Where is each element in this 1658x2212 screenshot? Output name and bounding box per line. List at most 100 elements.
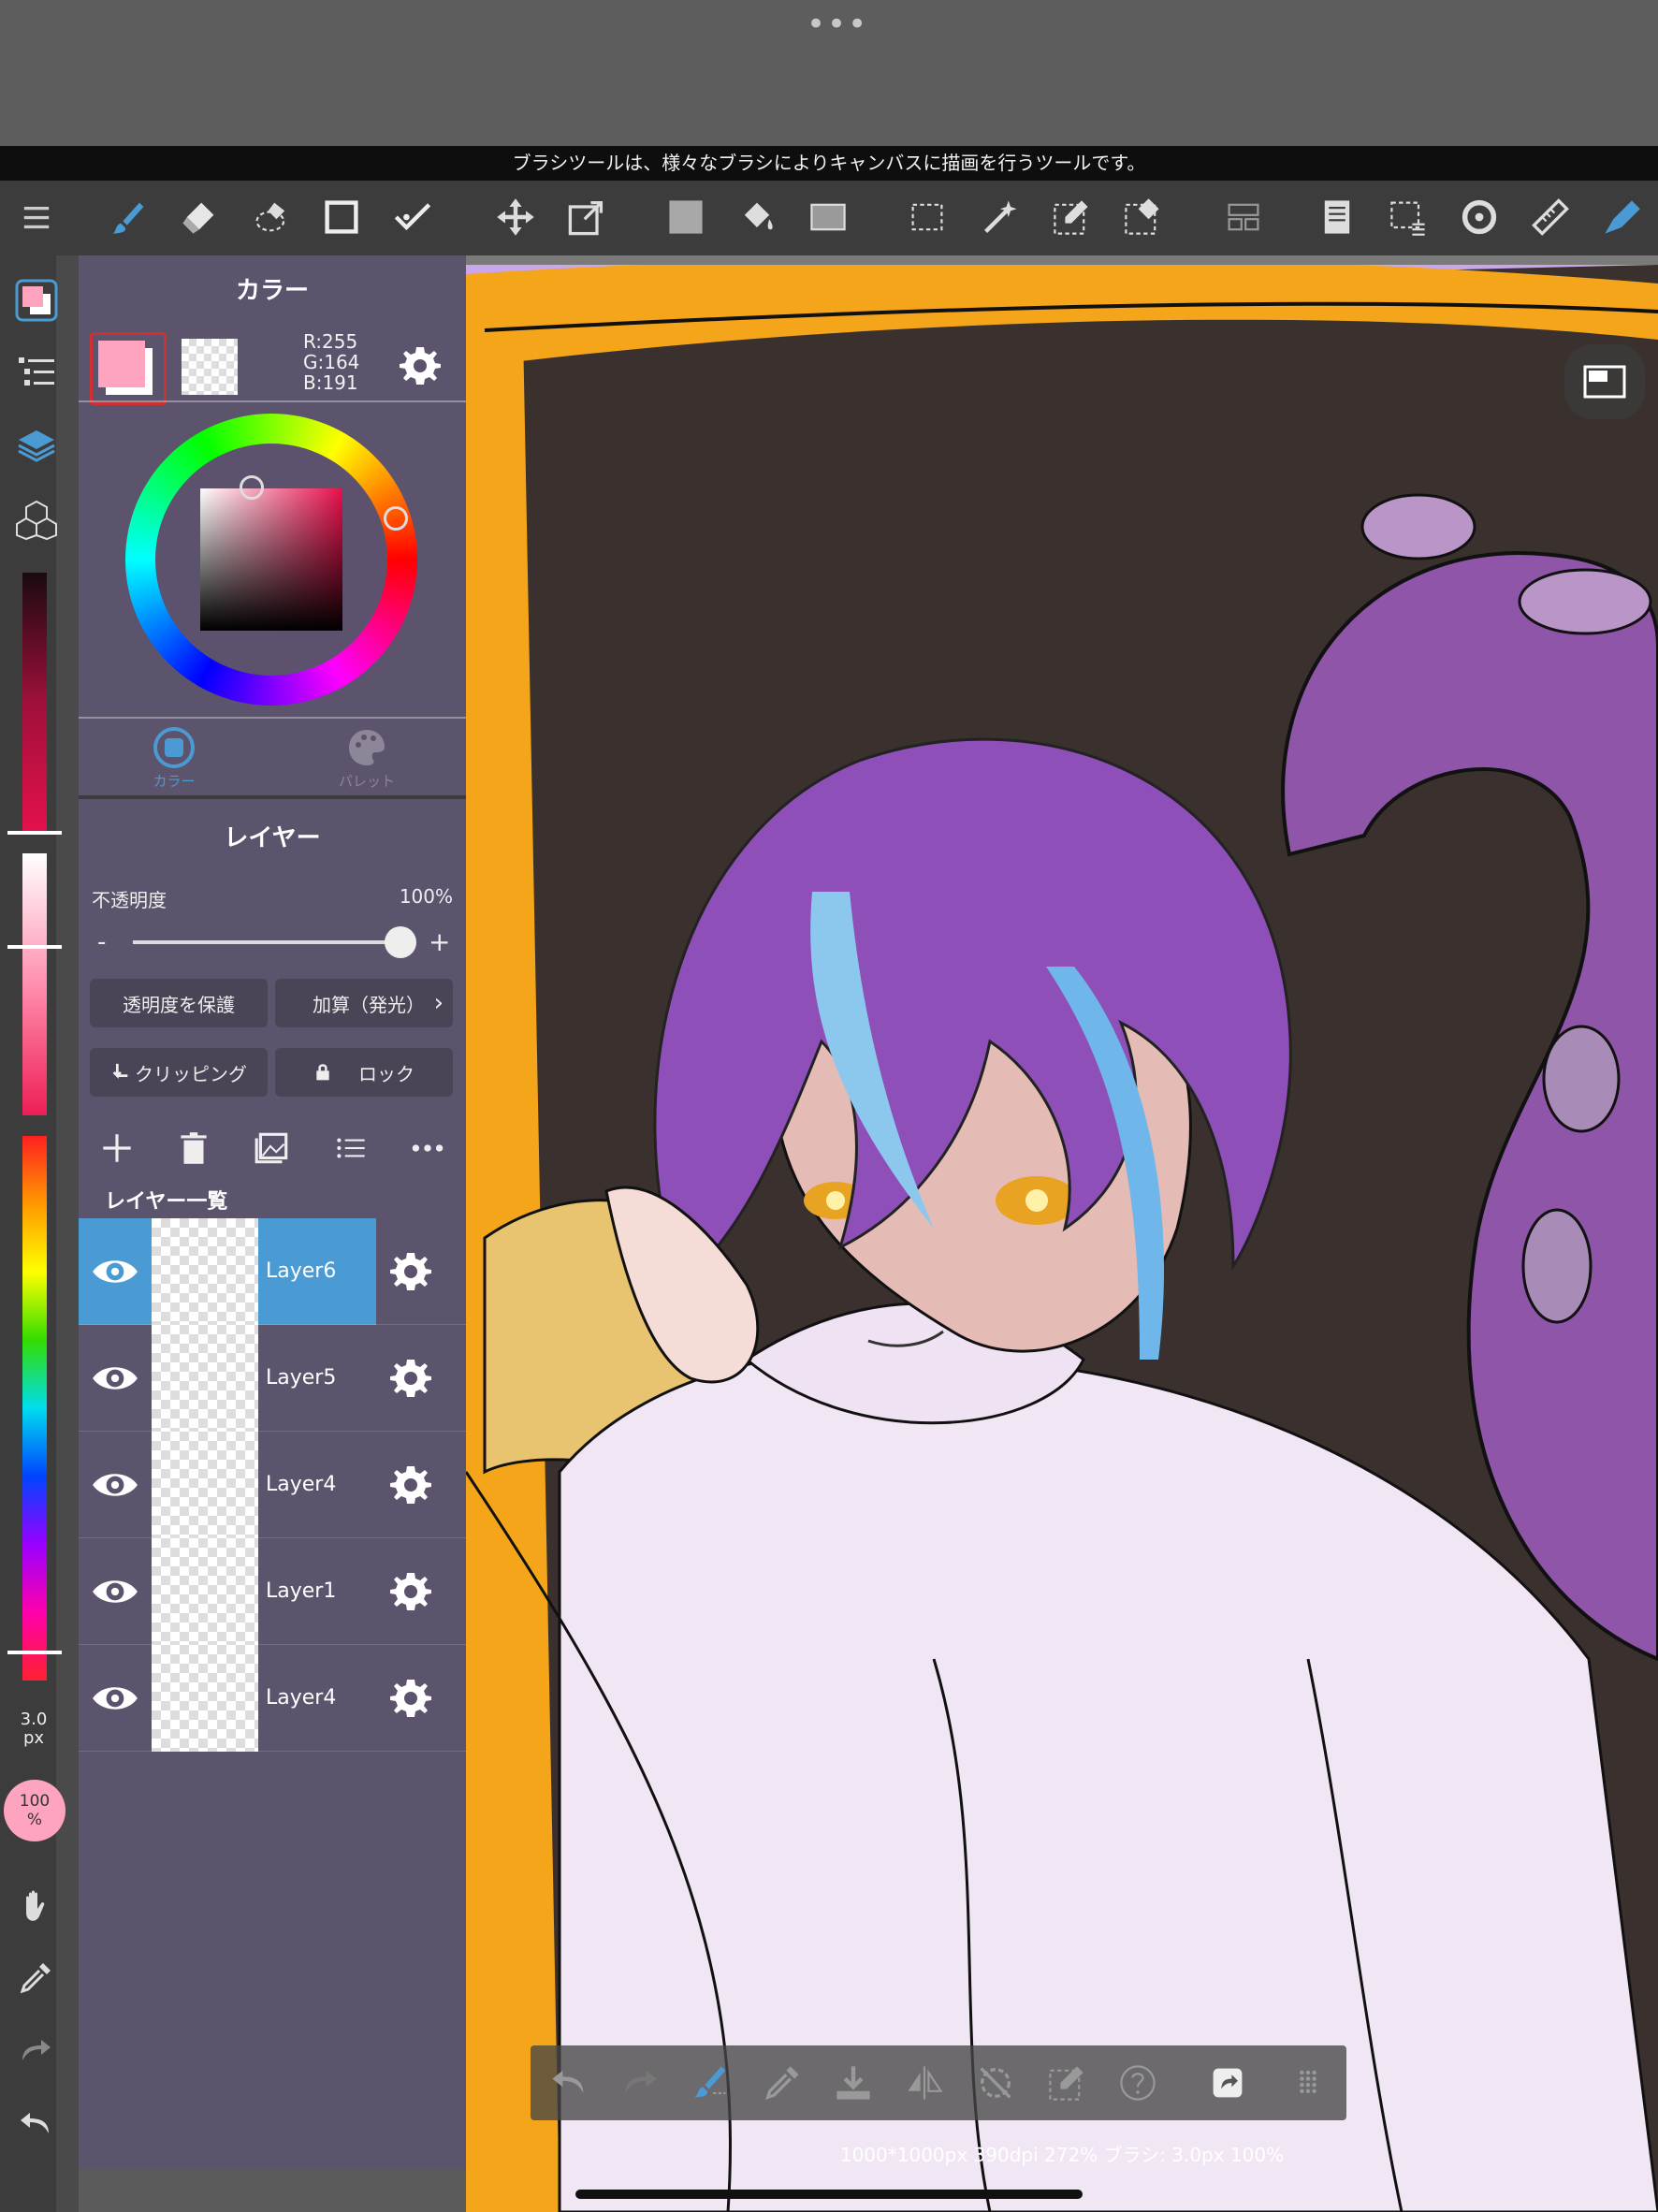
opacity-slider-knob[interactable] <box>385 926 416 958</box>
layout-icon[interactable] <box>1213 186 1274 248</box>
divider <box>79 717 466 719</box>
eye-visibility-icon[interactable] <box>79 1538 152 1645</box>
layer-settings-gear-icon[interactable] <box>387 1568 434 1615</box>
redo-icon[interactable] <box>619 2062 661 2103</box>
slider-handle[interactable] <box>7 831 62 835</box>
eye-visibility-icon[interactable] <box>79 1432 152 1538</box>
color-swatch-icon[interactable] <box>13 277 60 324</box>
eyedropper-icon[interactable] <box>762 2062 803 2103</box>
brush-icon[interactable] <box>98 186 160 248</box>
slider-handle[interactable] <box>7 1651 62 1654</box>
home-indicator[interactable] <box>575 2190 1083 2199</box>
layer-thumbnail[interactable] <box>152 1432 258 1538</box>
flip-horizontal-icon[interactable] <box>904 2062 945 2103</box>
brush-select-icon[interactable] <box>691 2062 732 2103</box>
tab-color[interactable]: カラー <box>140 726 208 791</box>
layer-row[interactable]: Layer6 <box>79 1218 466 1325</box>
layer-thumbnail[interactable] <box>152 1645 258 1752</box>
brush-size-readout[interactable]: 3.0 px <box>0 1710 67 1748</box>
row-divider <box>79 1751 466 1752</box>
clipping-button[interactable]: クリッピング <box>90 1048 268 1097</box>
opacity-plus-button[interactable]: + <box>429 926 450 957</box>
color-settings-gear-icon[interactable] <box>397 342 444 389</box>
share-icon[interactable] <box>1207 2062 1248 2103</box>
transform-icon[interactable] <box>556 186 618 248</box>
navigator-icon[interactable] <box>1564 344 1645 419</box>
sub-color-swatch[interactable] <box>182 339 238 395</box>
brush-list-icon[interactable] <box>15 352 58 395</box>
lasso-eraser-icon[interactable] <box>241 186 303 248</box>
brush-saturation-slider[interactable] <box>22 853 47 1115</box>
blue-value: B:191 <box>303 371 358 394</box>
layer-thumbnail[interactable] <box>152 1538 258 1645</box>
redo-icon[interactable] <box>17 2032 54 2070</box>
opacity-slider-track[interactable] <box>133 940 400 944</box>
ruler-icon[interactable] <box>1520 186 1581 248</box>
materials-cube-icon[interactable] <box>15 498 58 541</box>
menu-icon[interactable] <box>6 186 67 248</box>
select-pen-icon[interactable] <box>1040 186 1102 248</box>
layer-settings-gear-icon[interactable] <box>387 1462 434 1508</box>
layer-settings-gear-icon[interactable] <box>387 1675 434 1722</box>
lock-button[interactable]: ロック <box>275 1048 453 1097</box>
color-picker-handle[interactable] <box>240 475 264 500</box>
eyedropper-icon[interactable] <box>17 1959 54 1997</box>
layers-icon[interactable] <box>15 425 58 468</box>
layer-thumbnail[interactable] <box>152 1325 258 1432</box>
drawing-canvas[interactable] <box>466 255 1658 2212</box>
brush-opacity-button[interactable]: 100 % <box>4 1780 65 1841</box>
image-layer-icon[interactable] <box>253 1128 292 1168</box>
eraser-icon[interactable] <box>168 186 230 248</box>
layer-row[interactable]: Layer1 <box>79 1538 466 1645</box>
eye-visibility-icon[interactable] <box>79 1325 152 1432</box>
grid-menu-icon[interactable] <box>1287 2062 1329 2103</box>
divider <box>79 400 466 402</box>
snap-icon[interactable] <box>1591 186 1652 248</box>
delete-layer-icon[interactable] <box>174 1128 213 1168</box>
tab-palette[interactable]: パレット <box>333 726 400 791</box>
magic-wand-icon[interactable] <box>969 186 1031 248</box>
hand-icon[interactable] <box>17 1886 54 1924</box>
select-eraser-icon[interactable] <box>1112 186 1173 248</box>
select-pen-icon[interactable] <box>1046 2062 1087 2103</box>
gradient-icon[interactable] <box>797 186 859 248</box>
slider-handle[interactable] <box>7 945 62 949</box>
eye-visibility-icon[interactable] <box>79 1218 152 1325</box>
layer-row[interactable]: Layer4 <box>79 1432 466 1538</box>
main-color-swatch[interactable] <box>90 332 167 405</box>
layer-list-icon[interactable] <box>1306 186 1368 248</box>
saturation-value-square[interactable] <box>200 488 342 631</box>
blend-mode-button[interactable]: 加算（発光） › <box>275 979 453 1027</box>
undo-icon[interactable] <box>17 2105 54 2143</box>
rotate-icon[interactable] <box>1448 186 1510 248</box>
more-options-icon[interactable] <box>408 1128 447 1168</box>
protect-alpha-button[interactable]: 透明度を保護 <box>90 979 268 1027</box>
check-icon[interactable] <box>382 186 444 248</box>
add-layer-icon[interactable] <box>97 1128 137 1168</box>
layer-settings-gear-icon[interactable] <box>387 1355 434 1402</box>
layer-thumbnail[interactable] <box>152 1218 258 1325</box>
layer-list-menu-icon[interactable] <box>331 1128 371 1168</box>
eye-visibility-icon[interactable] <box>79 1645 152 1752</box>
chevron-right-icon: › <box>433 989 444 1017</box>
marquee-select-icon[interactable] <box>896 186 958 248</box>
hue-handle[interactable] <box>384 506 408 531</box>
green-value: G:164 <box>303 351 360 373</box>
layer-row[interactable]: Layer5 <box>79 1325 466 1432</box>
brush-darkness-slider[interactable] <box>22 573 47 835</box>
rotate-reset-icon[interactable] <box>975 2062 1016 2103</box>
rectangle-icon[interactable] <box>311 186 372 248</box>
more-dots-icon[interactable]: ••• <box>807 6 866 43</box>
bucket-icon[interactable] <box>726 186 788 248</box>
help-icon[interactable] <box>1117 2062 1158 2103</box>
move-icon[interactable] <box>485 186 546 248</box>
select-menu-icon[interactable] <box>1377 186 1439 248</box>
hue-slider[interactable] <box>22 1136 47 1681</box>
save-icon[interactable] <box>833 2062 874 2103</box>
fill-color-icon[interactable] <box>655 186 717 248</box>
canvas-status-bar: 1000*1000px 390dpi 272% ブラシ: 3.0px 100% <box>839 2144 1285 2166</box>
opacity-minus-button[interactable]: - <box>97 928 106 956</box>
layer-settings-gear-icon[interactable] <box>387 1248 434 1295</box>
layer-row[interactable]: Layer4 <box>79 1645 466 1752</box>
undo-icon[interactable] <box>548 2062 589 2103</box>
